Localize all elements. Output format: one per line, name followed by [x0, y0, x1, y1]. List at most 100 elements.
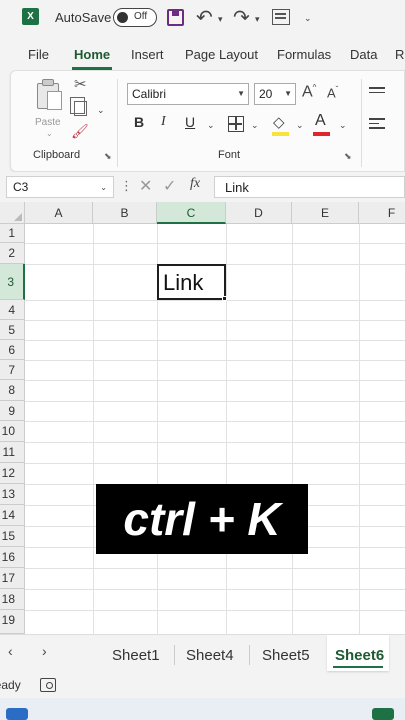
copy-icon[interactable]: [70, 97, 87, 116]
tab-file[interactable]: File: [28, 47, 49, 62]
autosave-label: AutoSave: [55, 10, 112, 25]
undo-dropdown-icon[interactable]: ▾: [218, 14, 223, 25]
row-header[interactable]: 4: [0, 300, 25, 320]
enter-icon[interactable]: ✓: [163, 176, 176, 196]
tab-home[interactable]: Home: [74, 47, 110, 62]
gridline: [25, 421, 405, 422]
tab-insert[interactable]: Insert: [131, 47, 164, 62]
toggle-knob: [117, 12, 128, 23]
fill-color-icon[interactable]: ◇: [273, 113, 285, 131]
undo-icon[interactable]: ↶: [196, 5, 213, 30]
sheet-tab-sheet4[interactable]: Sheet4: [186, 647, 234, 664]
increase-font-size-button[interactable]: A^: [302, 83, 316, 101]
taskbar-excel-icon[interactable]: [372, 708, 394, 720]
paste-button[interactable]: Paste ⌄: [31, 77, 67, 138]
align-top-icon[interactable]: [369, 87, 385, 99]
taskbar-app-icon[interactable]: [6, 708, 28, 720]
row-header[interactable]: 12: [0, 463, 25, 484]
accessibility-icon[interactable]: [40, 678, 56, 692]
chevron-down-icon: ▼: [237, 89, 245, 98]
gridline: [25, 568, 405, 569]
more-options-icon[interactable]: ⋮: [120, 178, 133, 194]
gridline: [25, 610, 405, 611]
name-box[interactable]: C3 ⌄: [6, 176, 114, 198]
redo-dropdown-icon[interactable]: ▾: [255, 14, 260, 25]
select-all-button[interactable]: [0, 202, 25, 224]
align-left-icon[interactable]: [369, 118, 385, 130]
row-header[interactable]: 18: [0, 589, 25, 610]
sheet-tab-sheet6[interactable]: Sheet6: [335, 647, 384, 664]
borders-dropdown-icon[interactable]: ⌄: [251, 120, 259, 131]
row-header[interactable]: 11: [0, 442, 25, 463]
tab-formulas[interactable]: Formulas: [277, 47, 331, 62]
row-header[interactable]: 17: [0, 568, 25, 589]
row-header[interactable]: 19: [0, 610, 25, 634]
fill-handle[interactable]: [222, 296, 227, 301]
form-icon[interactable]: [272, 9, 290, 25]
column-header-d[interactable]: D: [226, 202, 292, 224]
row-header-selected[interactable]: 3: [0, 264, 25, 300]
column-header-f[interactable]: F: [359, 202, 405, 224]
row-header[interactable]: 6: [0, 340, 25, 360]
customize-toolbar-icon[interactable]: ⌄: [304, 13, 312, 24]
tab-page-layout[interactable]: Page Layout: [185, 47, 258, 62]
column-header-c[interactable]: C: [157, 202, 226, 224]
copy-dropdown-icon[interactable]: ⌄: [97, 105, 105, 116]
row-header[interactable]: 14: [0, 505, 25, 526]
underline-button[interactable]: U: [185, 114, 195, 130]
autosave-toggle[interactable]: Off: [113, 8, 157, 27]
tab-data[interactable]: Data: [350, 47, 377, 62]
clipboard-clip: [42, 79, 54, 86]
bold-button[interactable]: B: [134, 114, 144, 130]
tab-divider: [249, 645, 250, 665]
save-icon[interactable]: [167, 9, 184, 26]
format-painter-icon[interactable]: 🖌: [71, 123, 89, 140]
previous-sheet-icon[interactable]: ‹: [8, 643, 13, 659]
status-bar: Ready: [0, 674, 405, 698]
paste-dropdown-icon[interactable]: ⌄: [46, 129, 53, 138]
decrease-font-size-button[interactable]: Aˇ: [327, 85, 338, 100]
insert-function-button[interactable]: fx: [190, 176, 200, 192]
italic-button[interactable]: I: [161, 114, 166, 130]
active-cell-c3[interactable]: Link: [157, 264, 226, 300]
row-header[interactable]: 9: [0, 401, 25, 421]
fill-color-dropdown-icon[interactable]: ⌄: [296, 120, 304, 131]
row-header[interactable]: 13: [0, 484, 25, 505]
row-header[interactable]: 15: [0, 526, 25, 547]
next-sheet-icon[interactable]: ›: [42, 643, 47, 659]
font-size-select[interactable]: 20 ▼: [254, 83, 296, 105]
row-header[interactable]: 10: [0, 421, 25, 442]
ribbon-tabs: File Home Insert Page Layout Formulas Da…: [0, 42, 405, 70]
font-launcher-icon[interactable]: ⬊: [344, 151, 352, 162]
column-header-e[interactable]: E: [292, 202, 359, 224]
row-header[interactable]: 16: [0, 547, 25, 568]
row-header[interactable]: 1: [0, 224, 25, 243]
tab-overflow[interactable]: R: [395, 47, 404, 62]
borders-icon[interactable]: [228, 116, 244, 132]
underline-dropdown-icon[interactable]: ⌄: [207, 120, 215, 131]
row-header[interactable]: 5: [0, 320, 25, 340]
font-group-label: Font: [218, 149, 241, 161]
fill-color-swatch: [272, 132, 289, 136]
gridline: [25, 320, 405, 321]
font-color-button[interactable]: A: [315, 112, 326, 130]
clipboard-launcher-icon[interactable]: ⬊: [104, 151, 112, 162]
row-header[interactable]: 2: [0, 243, 25, 264]
sheet-tab-sheet1[interactable]: Sheet1: [112, 647, 160, 664]
font-name-select[interactable]: Calibri ▼: [127, 83, 249, 105]
font-color-dropdown-icon[interactable]: ⌄: [339, 120, 347, 131]
column-header-b[interactable]: B: [93, 202, 157, 224]
spreadsheet-grid[interactable]: A B C D E F 1 2 3 4 5 6 7 8 9 10 11 12 1…: [0, 202, 405, 634]
cut-icon[interactable]: ✂: [74, 75, 87, 93]
row-header[interactable]: 7: [0, 360, 25, 380]
gridline: [226, 224, 227, 634]
autosave-state: Off: [134, 11, 148, 22]
redo-icon[interactable]: ↷: [233, 5, 250, 30]
sheet-tab-sheet5[interactable]: Sheet5: [262, 647, 310, 664]
row-header[interactable]: 8: [0, 380, 25, 401]
gridline: [25, 380, 405, 381]
formula-input[interactable]: Link: [214, 176, 405, 198]
group-divider: [361, 79, 362, 167]
column-header-a[interactable]: A: [25, 202, 93, 224]
cancel-icon[interactable]: ✕: [139, 176, 152, 196]
